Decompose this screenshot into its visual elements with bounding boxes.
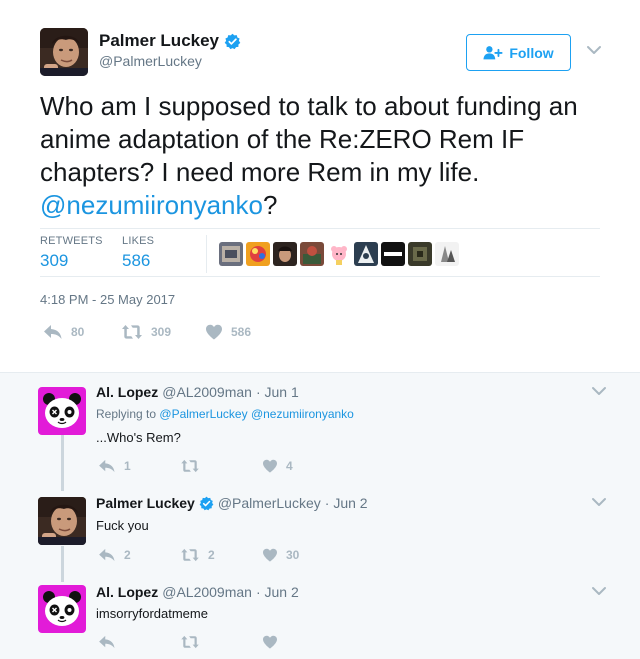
like-count: 4 (286, 459, 293, 473)
mention-link[interactable]: @nezumiironyanko (40, 190, 263, 220)
divider (40, 228, 600, 229)
reply-header: Palmer Luckey @PalmerLuckey · Jun 2 (96, 495, 368, 511)
reply-avatar[interactable] (38, 387, 86, 435)
reply-icon (98, 635, 116, 649)
liker-avatar[interactable] (408, 242, 432, 266)
chevron-down-icon[interactable] (591, 586, 607, 596)
likes-count: 586 (122, 251, 151, 270)
reply-icon (43, 324, 63, 340)
retweet-icon (180, 548, 200, 562)
retweet-action[interactable] (180, 459, 262, 473)
tweet-text-body: Who am I supposed to talk to about fundi… (40, 91, 578, 187)
author-handle[interactable]: @PalmerLuckey (99, 53, 202, 69)
reply-author-handle[interactable]: @AL2009man (162, 384, 252, 400)
follow-user-icon (483, 45, 503, 60)
reply-header: Al. Lopez @AL2009man · Jun 1 (96, 384, 299, 400)
retweet-action[interactable]: 309 (121, 324, 205, 340)
main-tweet: Palmer Luckey @PalmerLuckey Follow Who a… (0, 0, 640, 372)
reply-icon (98, 548, 116, 562)
heart-icon (205, 324, 223, 340)
follow-button[interactable]: Follow (466, 34, 571, 71)
verified-badge-icon (199, 496, 214, 511)
retweet-action[interactable]: 2 (180, 548, 262, 562)
reply-action[interactable]: 1 (98, 459, 180, 473)
replies-section: Al. Lopez @AL2009man · Jun 1 Replying to… (0, 372, 640, 659)
chevron-down-icon[interactable] (586, 45, 602, 55)
thread-line (61, 546, 64, 582)
retweets-stat[interactable]: RETWEETS 309 (40, 235, 103, 271)
like-action[interactable] (262, 635, 286, 649)
retweet-count: 2 (208, 548, 215, 562)
reply-avatar[interactable] (38, 497, 86, 545)
reply-author-name[interactable]: Palmer Luckey (96, 495, 195, 511)
replying-mentions[interactable]: @PalmerLuckey @nezumiironyanko (159, 407, 353, 421)
author-avatar[interactable] (40, 28, 88, 76)
liker-avatar[interactable] (327, 242, 351, 266)
reply-actions: 1 4 (98, 459, 293, 473)
likes-label: LIKES (122, 235, 155, 247)
reply-header: Al. Lopez @AL2009man · Jun 2 (96, 584, 299, 600)
chevron-down-icon[interactable] (591, 497, 607, 507)
verified-badge-icon (224, 33, 241, 50)
reply-count: 1 (124, 459, 131, 473)
heart-icon (262, 635, 278, 649)
author-name[interactable]: Palmer Luckey (99, 31, 219, 51)
reply-author-name[interactable]: Al. Lopez (96, 384, 158, 400)
reply-date[interactable]: · Jun 2 (256, 584, 299, 600)
like-count: 30 (286, 548, 300, 562)
author-name-row[interactable]: Palmer Luckey (99, 31, 241, 51)
retweet-icon (180, 635, 200, 649)
reply-action[interactable] (98, 635, 180, 649)
likes-stat[interactable]: LIKES 586 (122, 235, 154, 271)
reply-count: 80 (71, 325, 85, 339)
thread-line (61, 435, 64, 491)
reply-text: Fuck you (96, 518, 149, 533)
reply-text: ...Who's Rem? (96, 430, 181, 445)
retweets-label: RETWEETS (40, 235, 103, 247)
reply-date[interactable]: · Jun 2 (325, 495, 368, 511)
retweet-count: 309 (151, 325, 172, 339)
liker-avatar[interactable] (381, 242, 405, 266)
reply-author-handle[interactable]: @PalmerLuckey (218, 495, 321, 511)
chevron-down-icon[interactable] (591, 386, 607, 396)
heart-icon (262, 548, 278, 562)
like-action[interactable]: 4 (262, 459, 293, 473)
retweet-action[interactable] (180, 635, 262, 649)
reply-actions: 2 2 30 (98, 548, 299, 562)
retweet-icon (121, 324, 143, 340)
retweets-count: 309 (40, 251, 69, 270)
liker-avatar[interactable] (354, 242, 378, 266)
tweet-text-end: ? (262, 190, 278, 220)
heart-icon (262, 459, 278, 473)
liker-avatar[interactable] (246, 242, 270, 266)
reply-action[interactable]: 2 (98, 548, 180, 562)
like-action[interactable]: 586 (205, 324, 251, 340)
reply-action[interactable]: 80 (43, 324, 121, 340)
tweet-timestamp[interactable]: 4:18 PM - 25 May 2017 (40, 292, 175, 307)
reply-actions (98, 635, 286, 649)
follow-label: Follow (509, 44, 554, 61)
reply-date[interactable]: · Jun 1 (256, 384, 299, 400)
liker-avatar[interactable] (219, 242, 243, 266)
reply-icon (98, 459, 116, 473)
replying-to: Replying to @PalmerLuckey @nezumiironyan… (96, 407, 354, 421)
tweet-text: Who am I supposed to talk to about fundi… (40, 90, 600, 222)
like-action[interactable]: 30 (262, 548, 299, 562)
divider (40, 276, 600, 277)
tweet-actions: 80 309 586 (43, 324, 251, 340)
reply-count: 2 (124, 548, 131, 562)
liker-avatar[interactable] (300, 242, 324, 266)
likers-avatars (206, 235, 459, 273)
replying-prefix: Replying to (96, 407, 157, 421)
liker-avatar[interactable] (273, 242, 297, 266)
reply-avatar[interactable] (38, 585, 86, 633)
reply-author-name[interactable]: Al. Lopez (96, 584, 158, 600)
like-count: 586 (231, 325, 252, 339)
reply-author-handle[interactable]: @AL2009man (162, 584, 252, 600)
retweet-icon (180, 459, 200, 473)
reply-text: imsorryfordatmeme (96, 606, 208, 621)
liker-avatar[interactable] (435, 242, 459, 266)
